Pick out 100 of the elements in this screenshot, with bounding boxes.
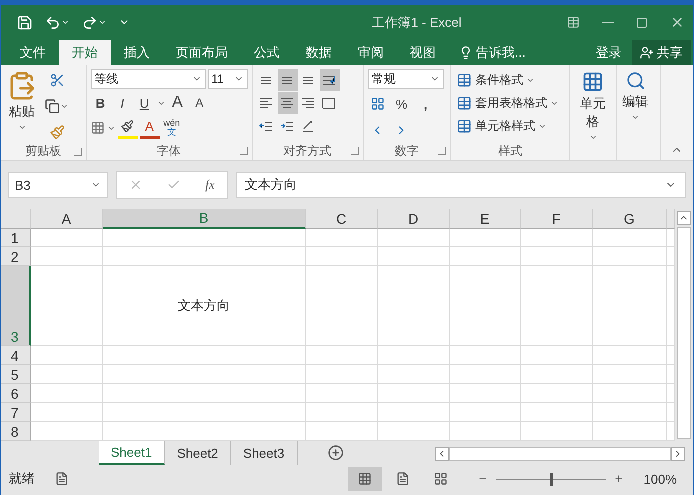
- tell-me-button[interactable]: 告诉我...: [449, 40, 536, 65]
- dialog-launcher-icon[interactable]: [350, 147, 359, 155]
- alignment-button[interactable]: [278, 92, 298, 114]
- table-cell[interactable]: [306, 266, 378, 346]
- share-button[interactable]: 共享: [632, 40, 691, 65]
- editing-button[interactable]: 编辑: [620, 69, 651, 142]
- table-cell[interactable]: [593, 247, 667, 266]
- ribbon-tab[interactable]: 页面布局: [163, 40, 241, 65]
- table-cell[interactable]: [521, 229, 593, 247]
- grow-font-button[interactable]: A: [168, 92, 188, 114]
- ribbon-tab[interactable]: 审阅: [345, 40, 397, 65]
- table-cell[interactable]: [31, 346, 103, 365]
- table-cell[interactable]: [378, 346, 450, 365]
- table-cell[interactable]: [103, 403, 306, 422]
- table-cell[interactable]: [103, 247, 306, 266]
- underline-button[interactable]: U: [134, 92, 155, 114]
- normal-view-button[interactable]: [348, 467, 382, 491]
- row-header[interactable]: 6: [1, 384, 31, 403]
- table-cell[interactable]: [593, 384, 667, 403]
- vertical-scrollbar[interactable]: [675, 209, 693, 441]
- table-cell[interactable]: [521, 346, 593, 365]
- number-format-field[interactable]: 常规: [368, 69, 444, 89]
- table-cell[interactable]: [306, 247, 378, 266]
- table-cell[interactable]: [31, 229, 103, 247]
- formula-field[interactable]: 文本方向: [236, 172, 686, 198]
- table-cell[interactable]: [450, 365, 521, 384]
- name-box[interactable]: B3: [8, 172, 108, 198]
- dialog-launcher-icon[interactable]: [438, 147, 446, 155]
- row-header[interactable]: 3: [1, 266, 31, 346]
- cells-button[interactable]: 单元格: [574, 69, 612, 144]
- horizontal-scrollbar[interactable]: [435, 447, 685, 461]
- column-header[interactable]: F: [521, 209, 593, 229]
- undo-button[interactable]: [45, 14, 70, 30]
- table-cell[interactable]: [521, 403, 593, 422]
- table-cell[interactable]: [521, 384, 593, 403]
- table-cell[interactable]: [378, 266, 450, 346]
- table-cell[interactable]: [31, 403, 103, 422]
- sheet-tab[interactable]: Sheet2: [165, 441, 232, 465]
- font-size-field[interactable]: 11: [208, 69, 248, 89]
- sheet-tab[interactable]: Sheet1: [99, 441, 166, 465]
- table-cell[interactable]: [593, 266, 667, 346]
- row-header[interactable]: 8: [1, 422, 31, 441]
- table-cell[interactable]: [450, 403, 521, 422]
- table-cell[interactable]: [31, 247, 103, 266]
- font-color-button[interactable]: A: [140, 117, 160, 139]
- bold-button[interactable]: B: [90, 92, 111, 114]
- table-cell[interactable]: [306, 403, 378, 422]
- zoom-level[interactable]: 100%: [644, 472, 677, 486]
- styles-button[interactable]: 条件格式: [455, 69, 562, 91]
- table-cell[interactable]: 文本方向: [103, 266, 306, 346]
- table-cell[interactable]: [593, 229, 667, 247]
- dialog-launcher-icon[interactable]: [240, 147, 248, 155]
- table-cell[interactable]: [593, 422, 667, 441]
- table-cell[interactable]: [103, 346, 306, 365]
- shrink-font-button[interactable]: A: [190, 92, 210, 114]
- column-header[interactable]: G: [593, 209, 667, 229]
- styles-button[interactable]: 单元格样式: [455, 115, 562, 137]
- ribbon-tab[interactable]: 数据: [293, 40, 345, 65]
- table-cell[interactable]: [450, 346, 521, 365]
- table-cell[interactable]: [306, 384, 378, 403]
- redo-button[interactable]: [82, 14, 107, 30]
- table-cell[interactable]: [378, 229, 450, 247]
- table-cell[interactable]: [306, 422, 378, 441]
- alignment-button[interactable]: [320, 69, 340, 91]
- insert-function-button[interactable]: fx: [206, 177, 215, 193]
- table-cell[interactable]: [593, 346, 667, 365]
- table-cell[interactable]: [521, 422, 593, 441]
- phonetic-button[interactable]: wén 文: [162, 117, 182, 139]
- table-cell[interactable]: [450, 422, 521, 441]
- ribbon-tab[interactable]: 开始: [59, 40, 111, 65]
- row-header[interactable]: 4: [1, 346, 31, 365]
- table-cell[interactable]: [306, 229, 378, 247]
- table-cell[interactable]: [31, 422, 103, 441]
- sheet-tab[interactable]: Sheet3: [231, 441, 298, 465]
- save-button[interactable]: [17, 14, 33, 30]
- percent-button[interactable]: %: [392, 93, 412, 115]
- ribbon-tab[interactable]: 视图: [397, 40, 449, 65]
- paste-button[interactable]: 粘贴: [5, 69, 39, 143]
- row-header[interactable]: 7: [1, 403, 31, 422]
- select-all-corner[interactable]: [1, 209, 31, 229]
- table-cell[interactable]: [31, 365, 103, 384]
- dialog-launcher-icon[interactable]: [74, 148, 82, 156]
- table-cell[interactable]: [378, 365, 450, 384]
- row-header[interactable]: 1: [1, 229, 31, 247]
- alignment-button[interactable]: [278, 69, 298, 91]
- sign-in-link[interactable]: 登录: [586, 40, 632, 65]
- table-cell[interactable]: [378, 247, 450, 266]
- table-cell[interactable]: [521, 266, 593, 346]
- table-cell[interactable]: [593, 403, 667, 422]
- table-cell[interactable]: [103, 384, 306, 403]
- column-header[interactable]: E: [450, 209, 521, 229]
- table-cell[interactable]: [306, 346, 378, 365]
- column-header[interactable]: A: [31, 209, 103, 229]
- ribbon-tab[interactable]: 插入: [111, 40, 163, 65]
- ribbon-tab[interactable]: 公式: [241, 40, 293, 65]
- styles-button[interactable]: 套用表格格式: [455, 92, 562, 114]
- table-cell[interactable]: [593, 365, 667, 384]
- table-cell[interactable]: [450, 247, 521, 266]
- ribbon-tab[interactable]: 文件: [7, 40, 59, 65]
- table-cell[interactable]: [450, 384, 521, 403]
